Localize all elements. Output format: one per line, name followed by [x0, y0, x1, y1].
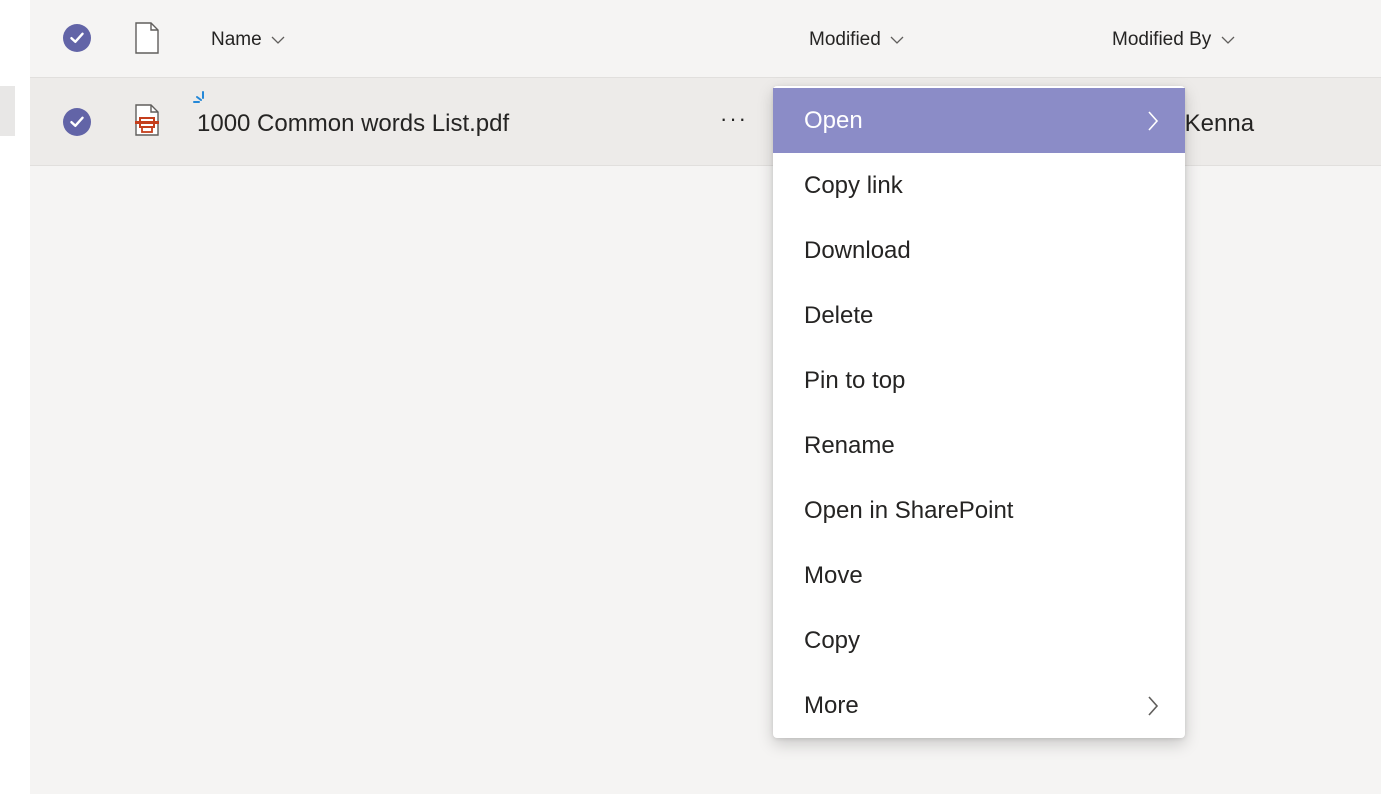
- column-header-modified-label: Modified: [809, 29, 881, 50]
- menu-item-label: Copy link: [804, 171, 903, 199]
- file-name-link[interactable]: 1000 Common words List.pdf: [197, 110, 509, 138]
- row-highlight-band: [0, 86, 15, 136]
- column-header-modified[interactable]: Modified: [809, 29, 904, 51]
- menu-item-label: Open in SharePoint: [804, 496, 1014, 524]
- menu-item-download[interactable]: Download: [773, 218, 1185, 283]
- column-header-name[interactable]: Name: [211, 29, 285, 51]
- select-all-checkbox[interactable]: [63, 24, 91, 52]
- menu-item-label: Copy: [804, 626, 861, 654]
- checkmark-icon: [70, 116, 84, 127]
- more-options-button[interactable]: ···: [712, 108, 756, 136]
- context-menu: Open Copy link Download Delete Pin to to…: [773, 86, 1185, 738]
- menu-item-label: Pin to top: [804, 366, 906, 394]
- row-checkbox[interactable]: [63, 108, 91, 136]
- pdf-file-icon: [135, 104, 159, 136]
- chevron-right-icon: [1148, 110, 1159, 131]
- checkmark-icon: [70, 32, 84, 43]
- menu-item-open[interactable]: Open: [773, 88, 1185, 153]
- left-strip: [0, 0, 30, 794]
- menu-item-copy-link[interactable]: Copy link: [773, 153, 1185, 218]
- new-file-indicator-icon: [193, 91, 204, 103]
- file-type-icon: [135, 22, 159, 54]
- menu-item-pin-to-top[interactable]: Pin to top: [773, 348, 1185, 413]
- column-header-modified-by[interactable]: Modified By: [1112, 29, 1235, 51]
- chevron-down-icon: [271, 36, 285, 44]
- chevron-down-icon: [890, 36, 904, 44]
- menu-item-label: Move: [804, 561, 863, 589]
- menu-item-delete[interactable]: Delete: [773, 283, 1185, 348]
- menu-item-open-in-sharepoint[interactable]: Open in SharePoint: [773, 478, 1185, 543]
- column-header-name-label: Name: [211, 29, 262, 50]
- menu-item-label: Rename: [804, 431, 895, 459]
- menu-item-move[interactable]: Move: [773, 543, 1185, 608]
- menu-item-label: Open: [804, 106, 863, 134]
- menu-item-rename[interactable]: Rename: [773, 413, 1185, 478]
- modified-by-value: :Kenna: [1178, 110, 1255, 137]
- menu-item-label: Delete: [804, 301, 874, 329]
- chevron-down-icon: [1221, 36, 1235, 44]
- menu-item-more[interactable]: More: [773, 673, 1185, 738]
- chevron-right-icon: [1148, 695, 1159, 716]
- column-header-modified-by-label: Modified By: [1112, 29, 1212, 50]
- menu-item-copy[interactable]: Copy: [773, 608, 1185, 673]
- menu-item-label: More: [804, 691, 859, 719]
- menu-item-label: Download: [804, 236, 911, 264]
